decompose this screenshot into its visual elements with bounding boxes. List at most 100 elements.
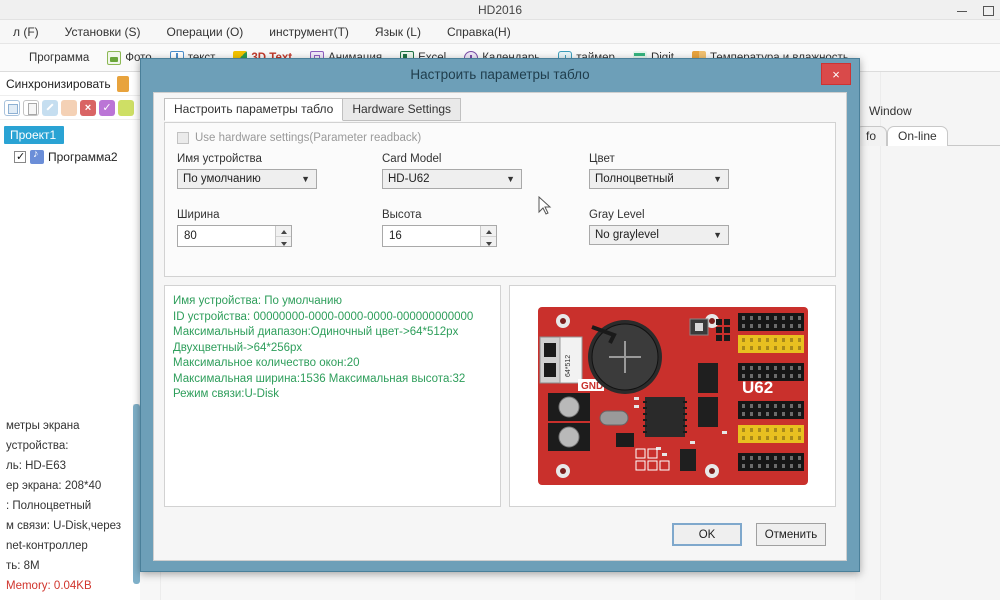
controller-board-image: 64*512 GND U62: [509, 285, 836, 507]
device-info-line: Максимальная ширина:1536 Максимальная вы…: [173, 372, 466, 385]
confirm-icon[interactable]: ✓: [99, 99, 115, 116]
menubar: л (F) Установки (S) Операции (O) инструм…: [0, 20, 1000, 44]
label-device-name: Имя устройства: [177, 153, 262, 165]
label-gray-level: Gray Level: [589, 209, 645, 221]
info-line: : Полноцветный: [6, 500, 92, 512]
device-info-line: Режим связи:U-Disk: [173, 388, 279, 400]
label-card-model: Card Model: [382, 153, 442, 165]
height-stepper[interactable]: 16: [382, 225, 497, 247]
gray-level-value: No graylevel: [595, 229, 659, 241]
device-info-line: Максимальное количество окон:20: [173, 357, 360, 369]
tree-item-program[interactable]: Программа2: [4, 148, 136, 164]
height-spinner[interactable]: [480, 226, 496, 246]
device-name-value: По умолчанию: [183, 173, 261, 185]
settings-dialog: Настроить параметры табло × Настроить па…: [140, 58, 860, 572]
dialog-titlebar: Настроить параметры табло ×: [141, 59, 859, 89]
more-icon[interactable]: [118, 99, 134, 116]
use-hardware-settings-row[interactable]: Use hardware settings(Parameter readback…: [177, 132, 823, 144]
cancel-button[interactable]: Отменить: [756, 523, 826, 546]
maximize-icon[interactable]: [982, 4, 994, 16]
program-icon: [30, 148, 44, 164]
tree-project-label: Проект1: [4, 126, 65, 144]
label-height: Высота: [382, 209, 422, 221]
tab-online[interactable]: On-line: [887, 126, 948, 146]
chevron-down-icon: ▼: [506, 174, 515, 184]
device-info-line: Имя устройства: По умолчанию: [173, 295, 343, 307]
field-color: Цвет Полноцветный ▼: [589, 153, 823, 189]
left-panel-toolbar: × ✓: [0, 96, 140, 120]
color-value: Полноцветный: [595, 173, 674, 185]
dialog-body: Настроить параметры табло Hardware Setti…: [153, 92, 847, 561]
width-increment-icon[interactable]: [276, 226, 291, 237]
device-info-line: Двухцветный->64*256px: [173, 341, 303, 354]
close-icon[interactable]: ×: [821, 63, 851, 85]
dialog-tab-content: Use hardware settings(Parameter readback…: [164, 122, 836, 552]
right-panel: Window fo On-line: [855, 100, 1000, 180]
tree-item-project[interactable]: Проект1: [4, 126, 136, 144]
paste-icon[interactable]: [23, 99, 39, 116]
field-device-name: Имя устройства По умолчанию ▼: [177, 153, 382, 189]
info-line: м связи: U-Disk,через: [6, 520, 122, 532]
svg-text:64*512: 64*512: [565, 355, 572, 377]
gray-level-select[interactable]: No graylevel ▼: [589, 225, 729, 245]
height-value[interactable]: 16: [383, 226, 480, 246]
window-titlebar: HD2016: [0, 0, 1000, 20]
window-controls: [956, 0, 994, 20]
move-down-icon[interactable]: [61, 99, 77, 116]
width-decrement-icon[interactable]: [276, 236, 291, 246]
menu-item-file[interactable]: л (F): [0, 22, 52, 42]
chevron-down-icon: ▼: [301, 174, 310, 184]
device-info-box: Имя устройства: По умолчанию ID устройст…: [164, 285, 501, 507]
height-decrement-icon[interactable]: [481, 236, 496, 246]
delete-icon[interactable]: ×: [80, 99, 96, 116]
dialog-buttons: OK Отменить: [672, 523, 826, 546]
minimize-icon[interactable]: [956, 4, 968, 16]
field-gray-level: Gray Level No graylevel ▼: [589, 209, 823, 245]
pcb-illustration: 64*512 GND U62: [537, 307, 808, 485]
field-height: Высота 16: [382, 209, 589, 247]
use-hardware-settings-checkbox[interactable]: [177, 132, 189, 144]
width-value[interactable]: 80: [178, 226, 275, 246]
chevron-down-icon: ▼: [713, 230, 722, 240]
program-checkbox[interactable]: [14, 150, 26, 163]
device-name-select[interactable]: По умолчанию ▼: [177, 169, 317, 189]
photo-icon: [107, 50, 122, 65]
tab-screen-parameters[interactable]: Настроить параметры табло: [164, 98, 344, 121]
height-increment-icon[interactable]: [481, 226, 496, 237]
device-info-line: ID устройства: 00000000-0000-0000-0000-0…: [173, 310, 474, 323]
info-line: ер экрана: 208*40: [6, 480, 102, 492]
info-line: ть: 8M: [6, 560, 40, 572]
sync-button[interactable]: Синхронизировать: [0, 72, 140, 96]
ribbon-item-program[interactable]: Программа: [2, 49, 98, 67]
chevron-down-icon: ▼: [713, 174, 722, 184]
field-width: Ширина 80: [177, 209, 382, 247]
tab-hardware-settings[interactable]: Hardware Settings: [342, 98, 462, 121]
menu-item-help[interactable]: Справка(H): [434, 22, 524, 42]
label-color: Цвет: [589, 153, 615, 165]
menu-item-operations[interactable]: Операции (O): [154, 22, 257, 42]
info-line-memory: Memory: 0.04KB: [6, 580, 92, 592]
ok-button[interactable]: OK: [672, 523, 742, 546]
card-model-select[interactable]: HD-U62 ▼: [382, 169, 522, 189]
label-width: Ширина: [177, 209, 220, 221]
copy-icon[interactable]: [4, 99, 20, 116]
right-panel-tabs: fo On-line: [855, 126, 1000, 146]
dialog-title: Настроить параметры табло: [410, 66, 590, 82]
menu-item-language[interactable]: Язык (L): [362, 22, 434, 42]
field-card-model: Card Model HD-U62 ▼: [382, 153, 589, 189]
dialog-tabs: Настроить параметры табло Hardware Setti…: [154, 93, 846, 121]
card-model-value: HD-U62: [388, 173, 430, 185]
sync-label: Синхронизировать: [6, 76, 111, 91]
project-tree: Проект1 Программа2: [0, 120, 140, 170]
application-window: HD2016 л (F) Установки (S) Операции (O) …: [0, 0, 1000, 600]
move-up-icon[interactable]: [42, 99, 58, 116]
screen-parameters-info: метры экрана устройства: ль: HD-E63 ер э…: [0, 410, 140, 600]
width-spinner[interactable]: [275, 226, 291, 246]
window-title: HD2016: [477, 2, 523, 17]
info-line: метры экрана: [6, 420, 80, 432]
menu-item-tools[interactable]: инструмент(T): [256, 22, 362, 42]
color-select[interactable]: Полноцветный ▼: [589, 169, 729, 189]
menu-item-settings[interactable]: Установки (S): [52, 22, 154, 42]
width-stepper[interactable]: 80: [177, 225, 292, 247]
use-hardware-settings-label: Use hardware settings(Parameter readback…: [195, 132, 422, 144]
